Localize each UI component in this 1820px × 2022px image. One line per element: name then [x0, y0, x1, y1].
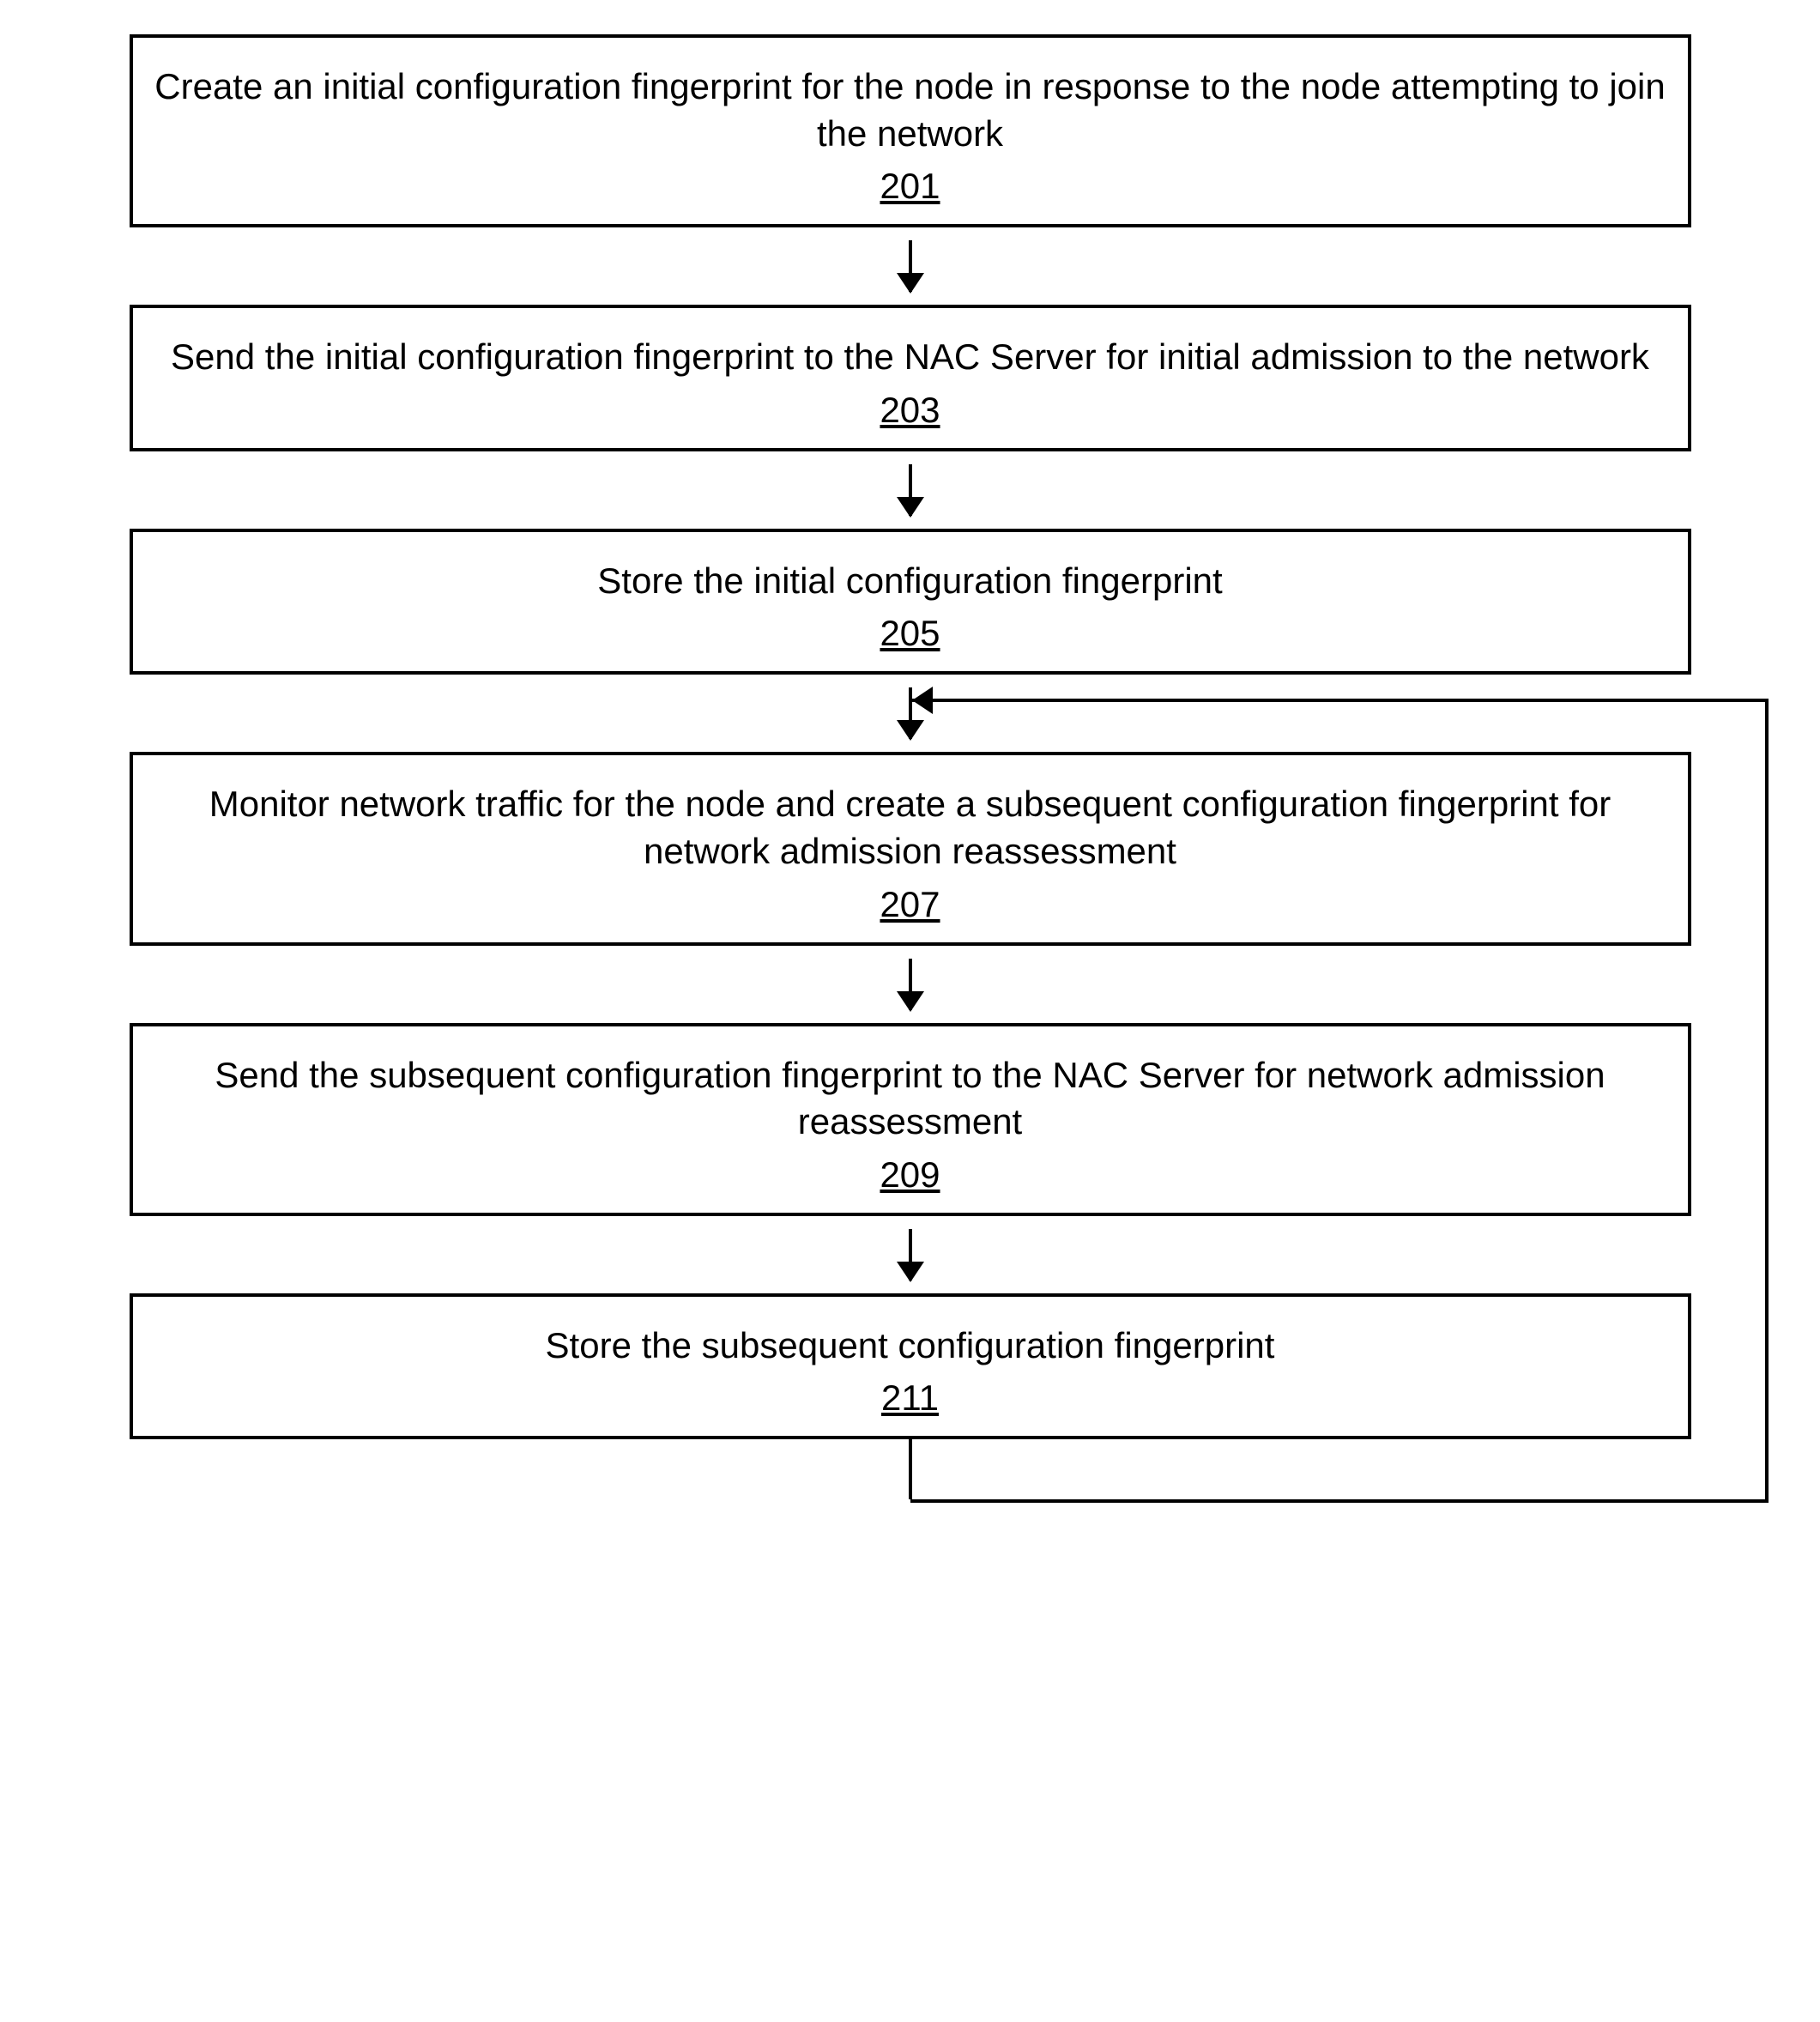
step-211-text: Store the subsequent configuration finge…: [150, 1323, 1671, 1370]
step-209-text: Send the subsequent configuration finger…: [150, 1052, 1671, 1146]
step-203: Send the initial configuration fingerpri…: [130, 305, 1691, 451]
exit-211-down: [95, 1439, 1726, 1534]
arrow-209-211: [95, 1216, 1726, 1293]
step-209-number: 209: [150, 1154, 1671, 1196]
feedback-bottom-line: [910, 1499, 1769, 1503]
step-211-number: 211: [150, 1377, 1671, 1419]
step-203-number: 203: [150, 390, 1671, 431]
step-205: Store the initial configuration fingerpr…: [130, 529, 1691, 675]
step-205-text: Store the initial configuration fingerpr…: [150, 558, 1671, 605]
step-205-number: 205: [150, 613, 1671, 654]
step-211: Store the subsequent configuration finge…: [130, 1293, 1691, 1440]
step-207-text: Monitor network traffic for the node and…: [150, 781, 1671, 875]
arrow-203-205: [95, 451, 1726, 529]
feedback-right-vertical: [1765, 699, 1769, 1503]
step-201-number: 201: [150, 166, 1671, 207]
step-207: Monitor network traffic for the node and…: [130, 752, 1691, 945]
step-207-number: 207: [150, 884, 1671, 925]
flowchart-container: Create an initial configuration fingerpr…: [95, 34, 1726, 1534]
step-201: Create an initial configuration fingerpr…: [130, 34, 1691, 227]
arrow-207-209: [95, 946, 1726, 1023]
feedback-arrow-head: [912, 687, 933, 714]
step-203-text: Send the initial configuration fingerpri…: [150, 334, 1671, 381]
arrow-205-207: [95, 675, 1726, 752]
step-209: Send the subsequent configuration finger…: [130, 1023, 1691, 1216]
feedback-merge-line: [910, 699, 1769, 702]
arrow-201-203: [95, 227, 1726, 305]
step-201-text: Create an initial configuration fingerpr…: [150, 64, 1671, 157]
